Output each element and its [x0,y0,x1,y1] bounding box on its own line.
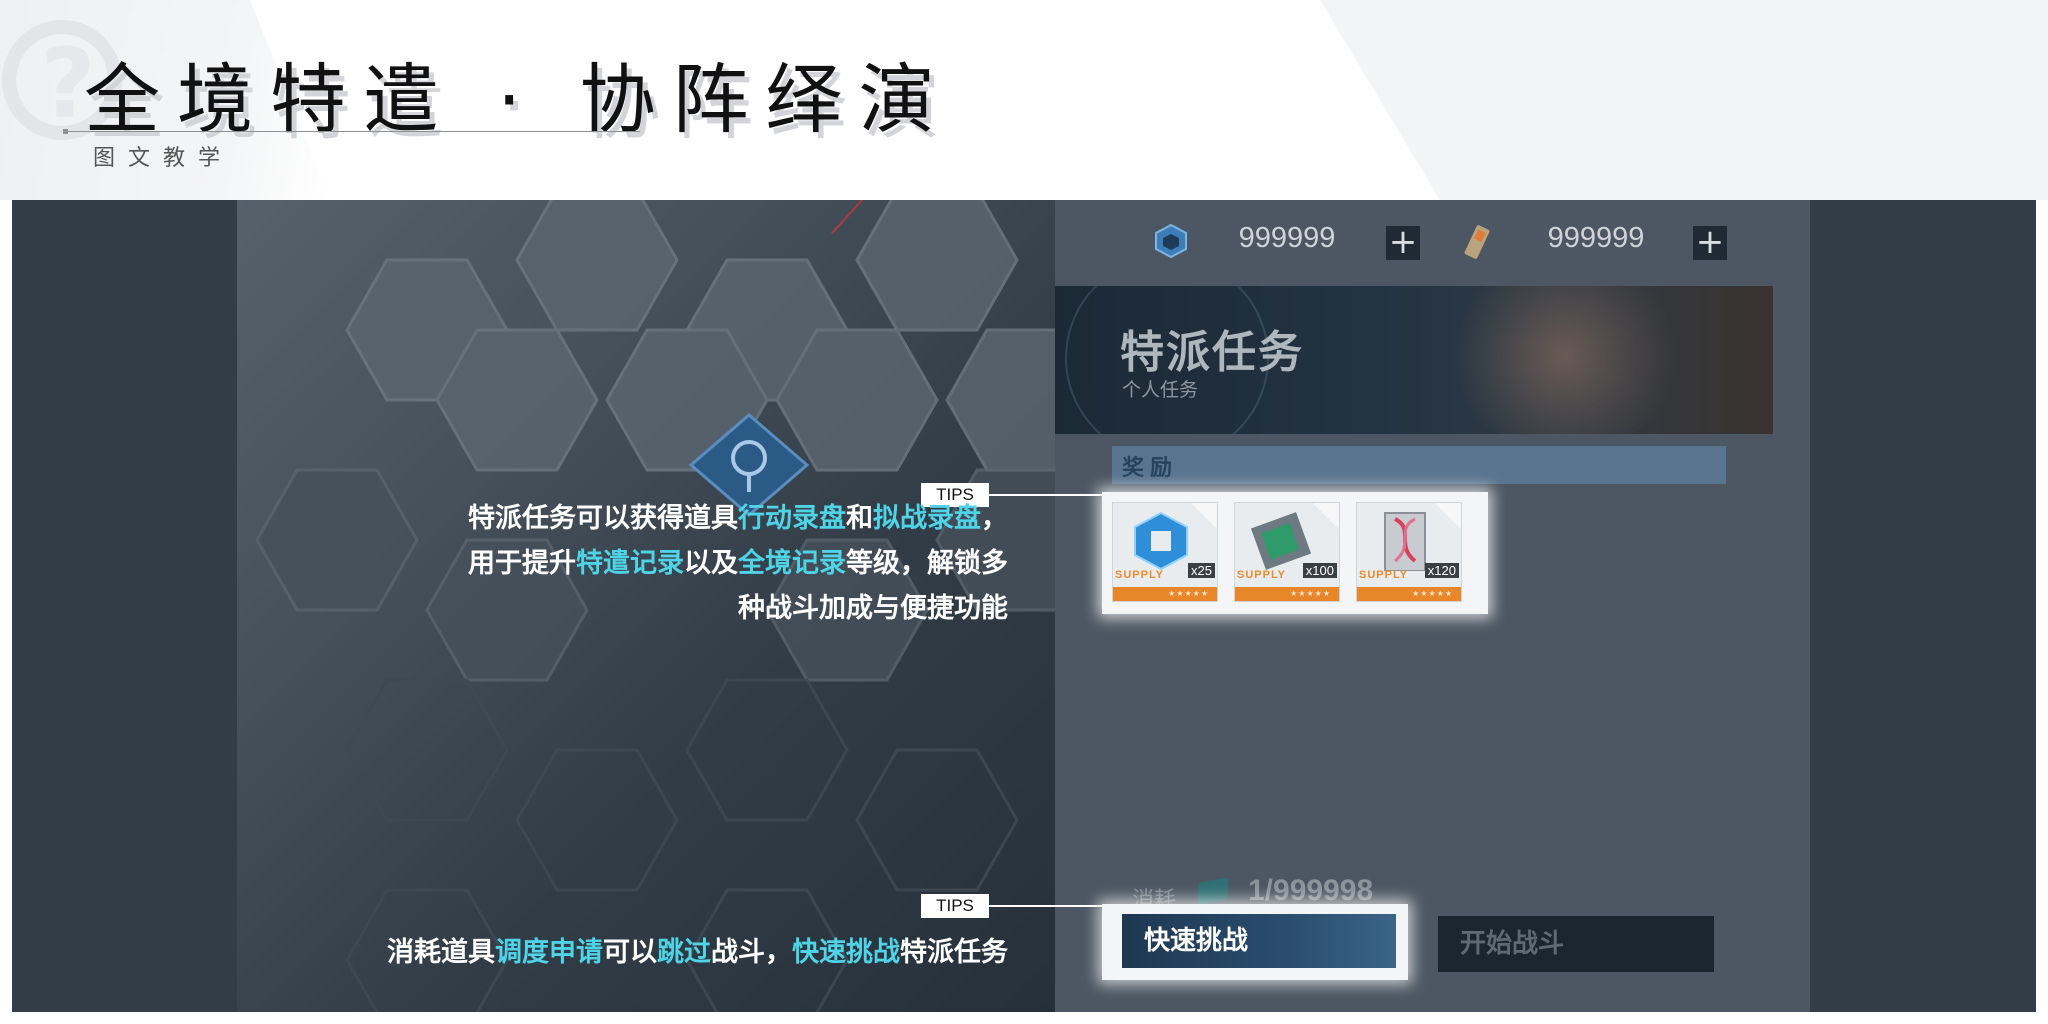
tip1-line1: 特派任务可以获得道具行动录盘和拟战录盘， [468,496,1008,541]
add-currency-b-button[interactable]: + [1693,225,1727,260]
tip1-line2: 用于提升特遣记录以及全境记录等级，解锁多 [468,541,1008,586]
item-corner [1313,503,1339,529]
tip-plain: 以及 [684,548,738,579]
tip-text-1: 特派任务可以获得道具行动录盘和拟战录盘， 用于提升特遣记录以及全境记录等级，解锁… [468,496,1008,631]
page-subtitle: 图文教学 [93,146,234,171]
quick-challenge-button[interactable]: 快速挑战 [1122,914,1396,968]
banner-nebula [1435,286,1695,434]
reward-item-circuit[interactable]: SUPPLY x100 ★★★★★ [1234,502,1340,602]
mission-title: 特派任务 [1120,327,1304,378]
supply-label: SUPPLY [1237,569,1287,581]
tutorial-header: ? 全境特遣 · 协阵绎演 图文教学 [0,0,2048,200]
item-corner [1435,503,1461,529]
tip-text-2: 消耗道具调度申请可以跳过战斗，快速挑战特派任务 [387,930,1008,975]
tip-highlight: 调度申请 [495,937,603,968]
tip-highlight: 拟战录盘 [873,503,981,534]
tip-plain: 特派任务 [900,937,1008,968]
tip-highlight: 快速挑战 [792,937,900,968]
item-quantity: x120 [1424,563,1459,578]
tip-plain: 等级，解锁多 [846,548,1008,579]
item-corner [1191,503,1217,529]
rewards-header: 奖励 [1112,446,1726,484]
reward-item-dna[interactable]: SUPPLY x120 ★★★★★ [1356,502,1462,602]
rarity-stars: ★★★★★ [1357,587,1461,601]
item-quantity: x100 [1302,563,1337,578]
rewards-label: 奖励 [1122,456,1179,481]
rarity-stars: ★★★★★ [1113,587,1217,601]
mission-subtitle: 个人任务 [1122,379,1199,401]
start-battle-button[interactable]: 开始战斗 [1438,916,1714,972]
currency-a-value: 999999 [1238,222,1336,254]
tip-highlight: 全境记录 [738,548,846,579]
cost-value: 1/999998 [1248,874,1374,907]
tip-plain: 消耗道具 [387,937,495,968]
tip-highlight: 行动录盘 [738,503,846,534]
reward-item-cube[interactable]: SUPPLY x25 ★★★★★ [1112,502,1218,602]
rarity-stars: ★★★★★ [1235,587,1339,601]
tip-plain: 和 [846,503,873,534]
tip-plain: ， [981,503,1008,534]
tip1-line3: 种战斗加成与便捷功能 [738,593,1008,624]
cube-blueprint-icon [1134,511,1188,571]
tip-plain: 可以 [603,937,657,968]
cube-currency-icon [1155,223,1187,259]
tip-plain: 战斗， [711,937,792,968]
mission-banner: 特派任务 个人任务 [1055,286,1773,434]
header-right-decor [1320,0,2048,200]
add-currency-a-button[interactable]: + [1386,225,1420,260]
dna-module-icon [1384,512,1426,571]
game-screenshot: 999999 + 999999 + 特派任务 个人任务 奖励 SUPPLY x2… [12,200,2036,1012]
battery-item-icon [1464,225,1490,259]
tips-tag-2: TIPS [921,894,989,918]
title-underline [66,131,640,132]
item-quantity: x25 [1188,563,1215,578]
currency-b-value: 999999 [1547,222,1645,254]
tip-plain: 用于提升 [468,548,576,579]
tip-highlight: 特遣记录 [576,548,684,579]
tip-highlight: 跳过 [657,937,711,968]
supply-label: SUPPLY [1115,569,1165,581]
circuit-board-icon [1250,512,1312,570]
supply-label: SUPPLY [1359,569,1409,581]
tips-connector-2 [989,905,1102,907]
quick-challenge-highlight: 快速挑战 [1102,904,1408,980]
rewards-highlight: SUPPLY x25 ★★★★★ SUPPLY x100 ★★★★★ SUPPL… [1102,492,1488,614]
tip-plain: 特派任务可以获得道具 [468,503,738,534]
